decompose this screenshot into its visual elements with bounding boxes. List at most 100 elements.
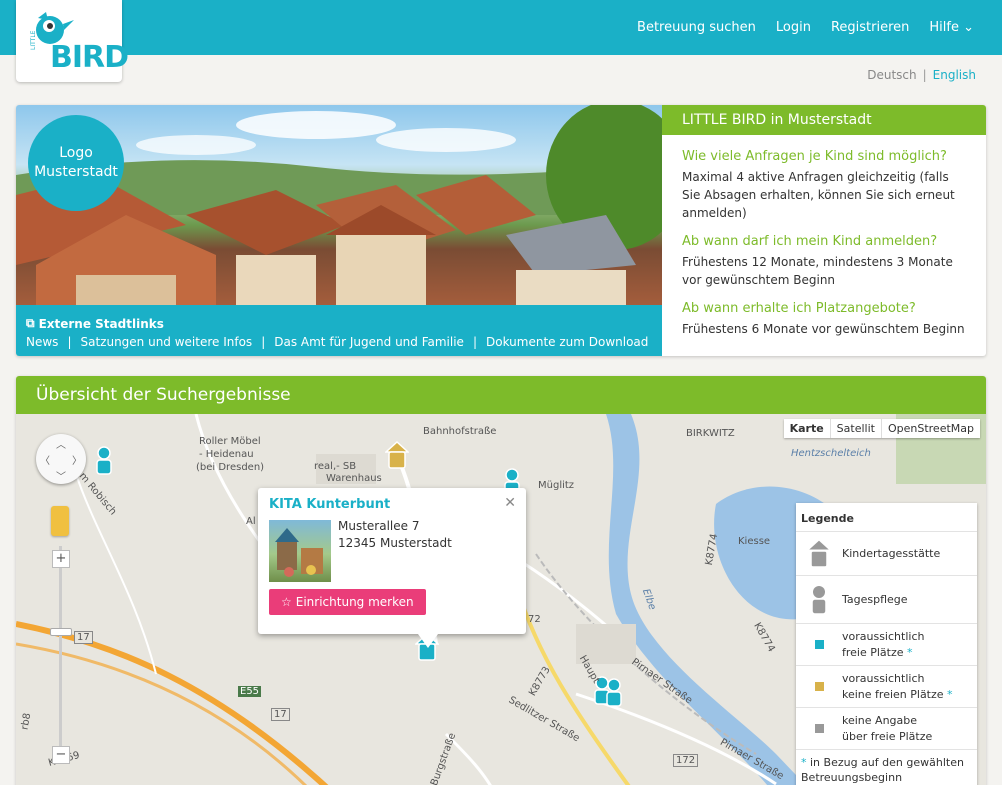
- legend-title: Legende: [796, 503, 977, 532]
- legend-row: voraussichtlich freie Plätze *: [796, 624, 977, 666]
- results-title: Übersicht der Suchergebnisse: [16, 376, 986, 414]
- town-photo: Logo Musterstadt: [16, 105, 662, 305]
- tagespflege-icon: [811, 585, 827, 615]
- map-type-osm[interactable]: OpenStreetMap: [880, 419, 980, 438]
- legend-free-line1: voraussichtlich: [842, 629, 925, 643]
- map-label: Al: [246, 516, 256, 527]
- nav-hilfe-label: Hilfe: [929, 20, 959, 35]
- legend-footnote: * in Bezug auf den gewählten Betreuungsb…: [796, 750, 977, 785]
- legend-kita-label: Kindertagesstätte: [842, 546, 941, 560]
- logo-small-text: LITTLE: [30, 30, 37, 50]
- map-type-switch: Karte Satellit OpenStreetMap: [783, 419, 980, 438]
- link-satzungen[interactable]: Satzungen und weitere Infos: [80, 335, 252, 349]
- map-label: 172: [673, 754, 699, 767]
- legend-none-line1: keine Angabe: [842, 713, 918, 727]
- chevron-right-icon[interactable]: 〉: [72, 452, 82, 467]
- link-separator: |: [472, 335, 477, 349]
- link-amt[interactable]: Das Amt für Jugend und Familie: [274, 335, 464, 349]
- legend-asterisk: *: [801, 756, 807, 769]
- map-label: 17: [271, 708, 290, 721]
- chevron-down-icon[interactable]: ﹀: [56, 468, 66, 483]
- results-map[interactable]: Roller Möbel - Heidenau (bei Dresden) re…: [16, 414, 986, 785]
- external-links-row: News | Satzungen und weitere Infos | Das A…: [26, 335, 652, 349]
- map-label: Roller Möbel: [199, 436, 261, 447]
- logo[interactable]: LITTLE BIRD: [16, 0, 129, 82]
- main-nav: Betreuung suchen Login Registrieren Hilf…: [637, 20, 974, 35]
- remember-facility-label: Einrichtung merken: [295, 595, 414, 609]
- link-news[interactable]: News: [26, 335, 58, 349]
- popup-address: Musterallee 7 12345 Musterstadt: [338, 518, 452, 552]
- nav-login[interactable]: Login: [776, 20, 811, 35]
- map-label: Warenhaus: [326, 473, 382, 484]
- map-label: Hentzschelteich: [791, 448, 871, 459]
- popup-title[interactable]: KITA Kunterbunt: [269, 497, 515, 512]
- map-label: - Heidenau: [199, 449, 254, 460]
- map-label: 17: [74, 631, 93, 644]
- legend-row: keine Angabe über freie Plätze: [796, 708, 977, 750]
- facility-photo: [269, 520, 331, 582]
- lang-deutsch[interactable]: Deutsch: [867, 68, 916, 82]
- none-swatch: [814, 724, 824, 733]
- nav-registrieren[interactable]: Registrieren: [831, 20, 909, 35]
- faq-panel: LITTLE BIRD in Musterstadt Wie viele Anf…: [662, 105, 986, 356]
- link-dokumente[interactable]: Dokumente zum Download: [486, 335, 648, 349]
- legend-row: voraussichtlich keine freien Plätze *: [796, 666, 977, 708]
- nav-hilfe[interactable]: Hilfe ⌄: [929, 20, 974, 35]
- zoom-slider-handle[interactable]: [50, 628, 72, 636]
- faq-answer: Maximal 4 aktive Anfragen gleichzeitig (…: [682, 170, 955, 220]
- faq-question: Ab wann erhalte ich Platzangebote?: [682, 301, 916, 316]
- close-icon[interactable]: ✕: [504, 495, 516, 511]
- legend-nofree-line2: keine freien Plätze: [842, 687, 944, 701]
- lang-english[interactable]: English: [933, 68, 976, 82]
- kita-icon: [807, 538, 831, 568]
- chevron-down-icon: ⌄: [963, 20, 974, 35]
- street-view-pegman-icon[interactable]: [51, 506, 69, 536]
- marker-tagespflege-free[interactable]: [94, 446, 114, 476]
- link-separator: |: [67, 335, 72, 349]
- map-label: real,- SB: [314, 461, 357, 472]
- pan-control[interactable]: ︿ ﹀ 〈 〉: [36, 434, 86, 484]
- faq-answer: Frühestens 12 Monate, mindestens 3 Monat…: [682, 255, 953, 287]
- legend-row: Kindertagesstätte: [796, 532, 977, 576]
- map-label: Müglitz: [538, 480, 575, 491]
- nofree-swatch: [814, 682, 824, 691]
- remember-facility-button[interactable]: ☆ Einrichtung merken: [269, 589, 426, 615]
- zoom-out-button[interactable]: −: [52, 746, 70, 764]
- chevron-up-icon[interactable]: ︿: [56, 436, 66, 451]
- faq-question: Ab wann darf ich mein Kind anmelden?: [682, 234, 938, 249]
- results-panel: Übersicht der Suchergebnisse Roller Möbe…: [16, 376, 986, 785]
- external-links-title: ⧉ Externe Stadtlinks: [26, 316, 652, 331]
- external-links-label: Externe Stadtlinks: [38, 316, 164, 331]
- map-label: Kiesse: [738, 536, 771, 547]
- zoom-in-button[interactable]: +: [52, 550, 70, 568]
- star-icon: ☆: [281, 595, 292, 609]
- city-logo-line1: Logo: [59, 145, 93, 162]
- faq-answer: Frühestens 6 Monate vor gewünschtem Begi…: [682, 322, 965, 336]
- hero-panel: Logo Musterstadt ⧉ Externe Stadtlinks New…: [16, 105, 986, 356]
- city-logo: Logo Musterstadt: [28, 115, 124, 211]
- external-link-icon: ⧉: [26, 316, 35, 330]
- map-label: Bahnhofstraße: [423, 426, 497, 437]
- popup-street: Musterallee 7: [338, 519, 420, 533]
- marker-kita-nofree[interactable]: [385, 440, 409, 470]
- language-switch: Deutsch | English: [867, 68, 976, 82]
- map-type-karte[interactable]: Karte: [784, 419, 830, 438]
- top-bar: Betreuung suchen Login Registrieren Hilf…: [0, 0, 1002, 55]
- map-type-satellit[interactable]: Satellit: [829, 419, 881, 438]
- legend-asterisk: *: [947, 687, 953, 701]
- faq-title: LITTLE BIRD in Musterstadt: [662, 105, 986, 135]
- faq-question: Wie viele Anfragen je Kind sind möglich?: [682, 149, 947, 164]
- zoom-slider-track[interactable]: [59, 546, 62, 761]
- map-legend: Legende Kindertagesstätte Tagespflege vo…: [796, 503, 977, 785]
- nav-betreuung-suchen[interactable]: Betreuung suchen: [637, 20, 756, 35]
- legend-nofree-line1: voraussichtlich: [842, 671, 925, 685]
- legend-row: Tagespflege: [796, 576, 977, 624]
- chevron-left-icon[interactable]: 〈: [40, 452, 50, 467]
- lang-separator: |: [922, 68, 927, 82]
- legend-free-line2: freie Plätze: [842, 645, 904, 659]
- map-label: E55: [238, 686, 262, 697]
- map-label: 72: [528, 614, 541, 625]
- free-swatch: [814, 640, 824, 649]
- faq-body: Wie viele Anfragen je Kind sind möglich?…: [662, 135, 986, 356]
- external-links: ⧉ Externe Stadtlinks News | Satzungen und…: [16, 305, 662, 356]
